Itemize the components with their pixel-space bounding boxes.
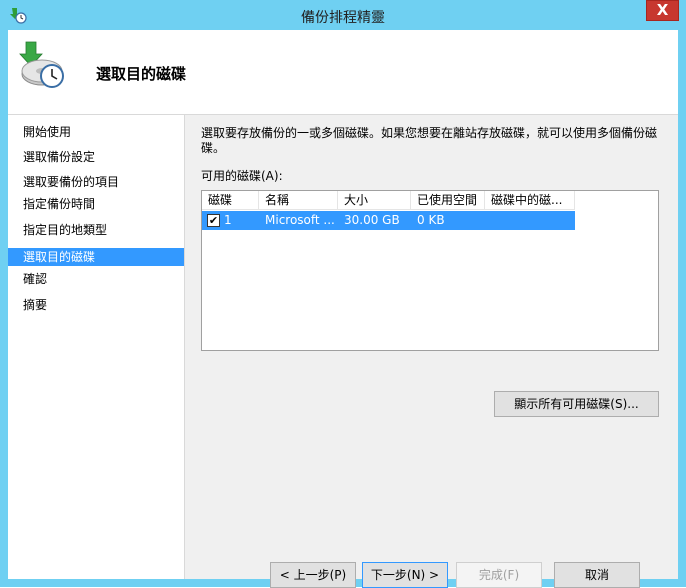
table-row[interactable]: ✔ 1 Microsoft ... 30.00 GB 0 KB <box>202 211 575 230</box>
close-button[interactable]: X <box>646 0 679 21</box>
previous-button[interactable]: < 上一步(P) <box>270 562 356 588</box>
cancel-button[interactable]: 取消 <box>554 562 640 588</box>
disk-checkbox[interactable]: ✔ <box>207 214 220 227</box>
nav-step-summary[interactable]: 摘要 <box>8 296 184 314</box>
window-title: 備份排程精靈 <box>301 10 385 26</box>
description-text: 選取要存放備份的一或多個磁碟。如果您想要在離站存放磁碟，就可以使用多個備份磁碟。 <box>201 126 658 155</box>
show-all-disks-button[interactable]: 顯示所有可用磁碟(S)... <box>494 391 659 417</box>
column-header-used[interactable]: 已使用空間 <box>411 191 485 210</box>
wizard-window: 備份排程精靈 X 選取目的磁碟 開始使用 選取備份設定 選取要備份的項目 指定備… <box>0 0 686 588</box>
column-header-name[interactable]: 名稱 <box>259 191 338 210</box>
wizard-steps-nav: 開始使用 選取備份設定 選取要備份的項目 指定備份時間 指定目的地類型 選取目的… <box>8 115 184 579</box>
nav-step-getting-started[interactable]: 開始使用 <box>8 123 184 141</box>
finish-button[interactable]: 完成(F) <box>456 562 542 588</box>
next-button[interactable]: 下一步(N) > <box>362 562 448 588</box>
wizard-client: 選取目的磁碟 開始使用 選取備份設定 選取要備份的項目 指定備份時間 指定目的地… <box>8 30 678 588</box>
page-title: 選取目的磁碟 <box>96 65 187 83</box>
nav-step-backup-time[interactable]: 指定備份時間 <box>8 195 184 213</box>
nav-step-confirm[interactable]: 確認 <box>8 270 184 288</box>
disk-list-label: 可用的磁碟(A): <box>201 169 283 183</box>
column-header-size[interactable]: 大小 <box>338 191 411 210</box>
nav-step-select-items[interactable]: 選取要備份的項目 <box>8 173 184 191</box>
wizard-header: 選取目的磁碟 <box>8 30 678 114</box>
cell-disk: 1 <box>224 213 232 227</box>
wizard-content: 選取要存放備份的一或多個磁碟。如果您想要在離站存放磁碟，就可以使用多個備份磁碟。… <box>185 115 678 588</box>
nav-step-select-disk[interactable]: 選取目的磁碟 <box>8 248 184 266</box>
cell-backups <box>485 211 575 230</box>
cell-name: Microsoft ... <box>265 213 335 227</box>
cell-used: 0 KB <box>417 213 445 227</box>
backup-disk-clock-icon <box>19 41 64 88</box>
nav-step-destination-type[interactable]: 指定目的地類型 <box>8 221 184 239</box>
nav-step-backup-config[interactable]: 選取備份設定 <box>8 148 184 166</box>
title-bar[interactable]: 備份排程精靈 X <box>0 0 686 30</box>
cell-size: 30.00 GB <box>344 213 400 227</box>
column-header-backups[interactable]: 磁碟中的磁... <box>485 191 575 210</box>
disk-list[interactable]: 磁碟 名稱 大小 已使用空間 磁碟中的磁... ✔ 1 Microsoft ..… <box>201 190 659 351</box>
column-header-disk[interactable]: 磁碟 <box>202 191 259 210</box>
